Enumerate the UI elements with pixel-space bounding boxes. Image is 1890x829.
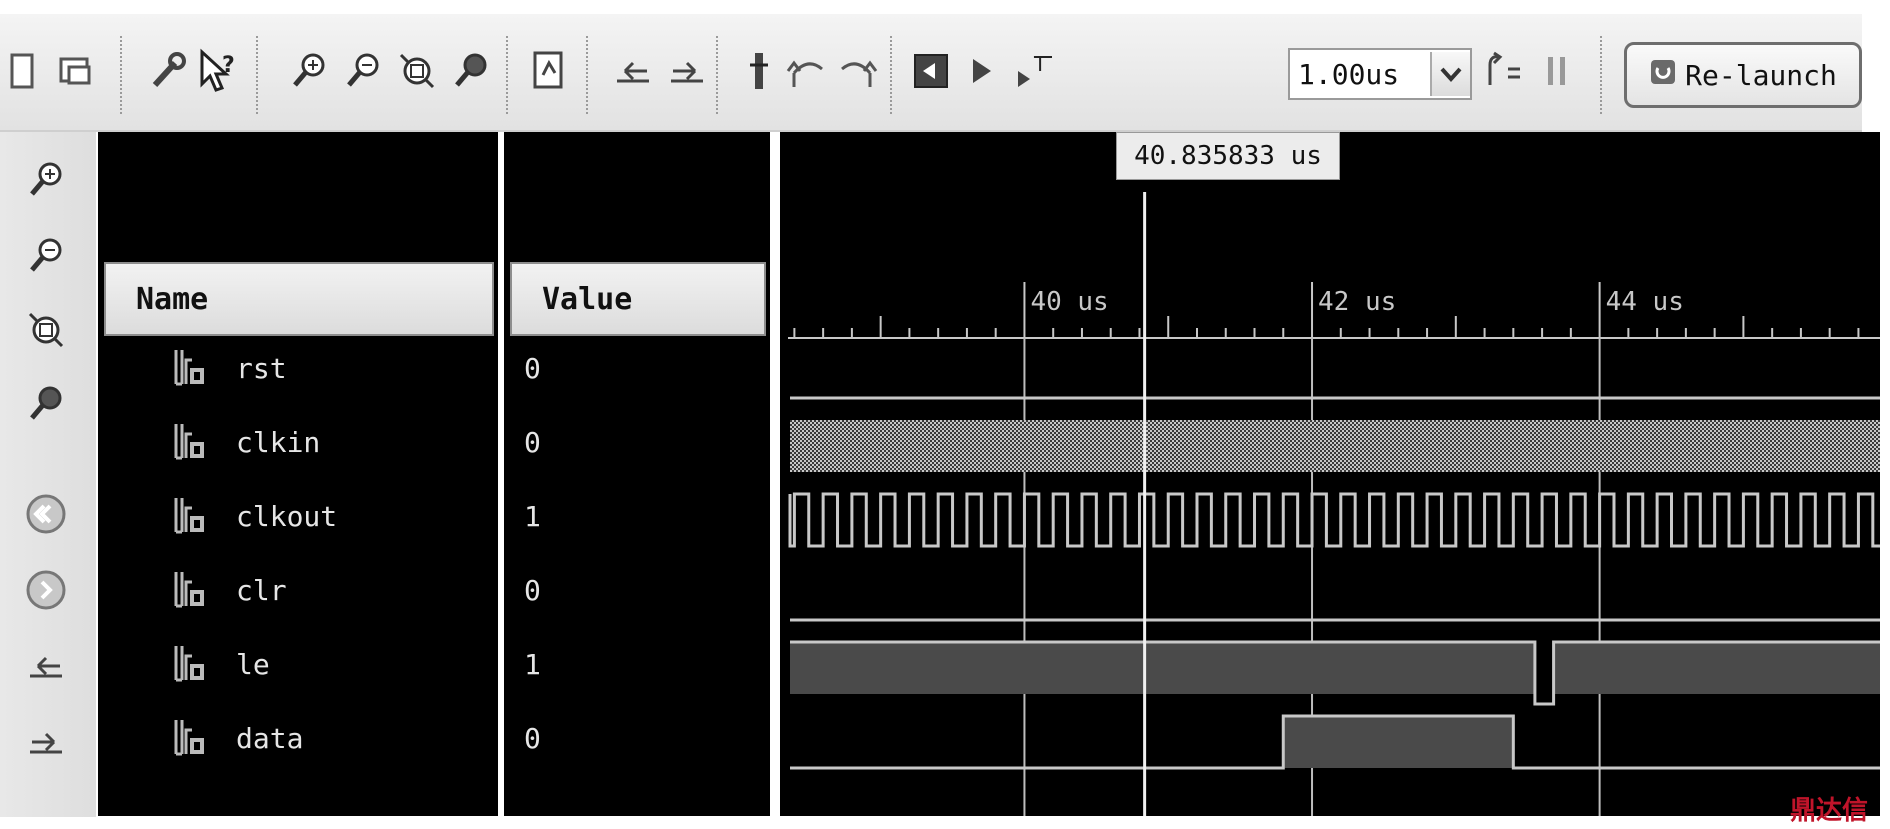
signal-icon	[172, 346, 206, 388]
zoom-out-icon[interactable]	[20, 230, 72, 282]
restore-icon[interactable]	[52, 48, 98, 94]
go-to-end-icon[interactable]	[664, 48, 710, 94]
signal-name-clkin[interactable]: clkin	[236, 426, 320, 459]
toolbar-separator	[120, 36, 122, 114]
relaunch-button[interactable]: Re-launch	[1624, 42, 1862, 108]
waveform-panel: 40 us 42 us 44 us	[780, 132, 1880, 816]
waveform-le-fill-b	[1553, 642, 1880, 694]
document-icon[interactable]	[526, 48, 572, 94]
main-toolbar: ? T 1.00us Re-launch	[0, 14, 1862, 132]
toolbar-separator	[890, 36, 892, 114]
go-back-icon[interactable]	[20, 488, 72, 540]
toolbar-separator	[256, 36, 258, 114]
name-panel	[98, 132, 498, 816]
zoom-in-icon[interactable]	[20, 154, 72, 206]
name-column-header[interactable]: Name	[104, 262, 494, 336]
toolbar-separator	[716, 36, 718, 114]
signal-value-clr: 0	[524, 574, 541, 607]
next-transition-icon[interactable]	[834, 48, 880, 94]
step-icon[interactable]	[1480, 48, 1526, 94]
watermark-logo: 鼎达信	[1790, 796, 1869, 826]
wave-vertical-toolbar	[0, 132, 96, 817]
signal-name-le[interactable]: le	[236, 648, 270, 681]
waveform-clkin	[790, 420, 1880, 472]
signal-value-le: 1	[524, 648, 541, 681]
waveform-data-fill	[1283, 716, 1514, 768]
zoom-fit-icon[interactable]	[394, 48, 440, 94]
value-header-label: Value	[542, 281, 633, 317]
go-to-start-icon[interactable]	[20, 640, 72, 692]
run-time-value: 1.00us	[1298, 57, 1400, 91]
signal-icon	[172, 494, 206, 536]
signal-value-data: 0	[524, 722, 541, 755]
run-icon[interactable]	[958, 48, 1004, 94]
toolbar-separator	[1600, 36, 1602, 114]
previous-transition-icon[interactable]	[784, 48, 830, 94]
window-icon[interactable]	[0, 48, 46, 94]
signal-icon	[172, 568, 206, 610]
signal-name-data[interactable]: data	[236, 722, 303, 755]
zoom-fit-icon[interactable]	[20, 304, 72, 356]
signal-name-clr[interactable]: clr	[236, 574, 287, 607]
waveform-le-fill-a	[790, 642, 1535, 694]
signal-value-rst: 0	[524, 352, 541, 385]
cursor-time-text: 40.835833 us	[1134, 141, 1322, 171]
signal-icon	[172, 420, 206, 462]
marker-icon[interactable]	[736, 48, 782, 94]
help-cursor-icon[interactable]: ?	[196, 48, 242, 94]
go-forward-icon[interactable]	[20, 564, 72, 616]
chevron-down-icon[interactable]	[1430, 52, 1470, 96]
name-header-label: Name	[136, 281, 209, 317]
tick-label: 42 us	[1318, 287, 1396, 317]
pause-icon[interactable]	[1534, 48, 1580, 94]
run-for-time-icon[interactable]: T	[1008, 48, 1054, 94]
svg-text:?: ?	[222, 53, 235, 78]
zoom-in-icon[interactable]	[286, 48, 332, 94]
wrench-icon[interactable]	[144, 48, 190, 94]
signal-value-clkin: 0	[524, 426, 541, 459]
toolbar-separator	[586, 36, 588, 114]
signal-name-rst[interactable]: rst	[236, 352, 287, 385]
value-panel	[504, 132, 770, 816]
restart-icon[interactable]	[908, 48, 954, 94]
relaunch-label: Re-launch	[1685, 58, 1837, 92]
zoom-cursor-icon[interactable]	[448, 48, 494, 94]
value-column-header[interactable]: Value	[510, 262, 766, 336]
tick-label: 44 us	[1606, 287, 1684, 317]
signal-icon	[172, 642, 206, 684]
svg-text:T: T	[1033, 52, 1047, 76]
relaunch-icon	[1649, 58, 1677, 93]
zoom-out-icon[interactable]	[340, 48, 386, 94]
run-time-select[interactable]: 1.00us	[1288, 48, 1472, 100]
signal-name-clkout[interactable]: clkout	[236, 500, 337, 533]
toolbar-separator	[506, 36, 508, 114]
waveform-clkout	[788, 492, 1880, 548]
waveform-canvas[interactable]: 40 us 42 us 44 us	[780, 132, 1880, 816]
go-to-end-icon[interactable]	[20, 716, 72, 768]
cursor-time-label: 40.835833 us	[1116, 132, 1340, 180]
tick-label: 40 us	[1030, 287, 1108, 317]
signal-icon	[172, 716, 206, 758]
go-to-start-icon[interactable]	[610, 48, 656, 94]
zoom-cursor-icon[interactable]	[20, 378, 72, 430]
signal-value-clkout: 1	[524, 500, 541, 533]
